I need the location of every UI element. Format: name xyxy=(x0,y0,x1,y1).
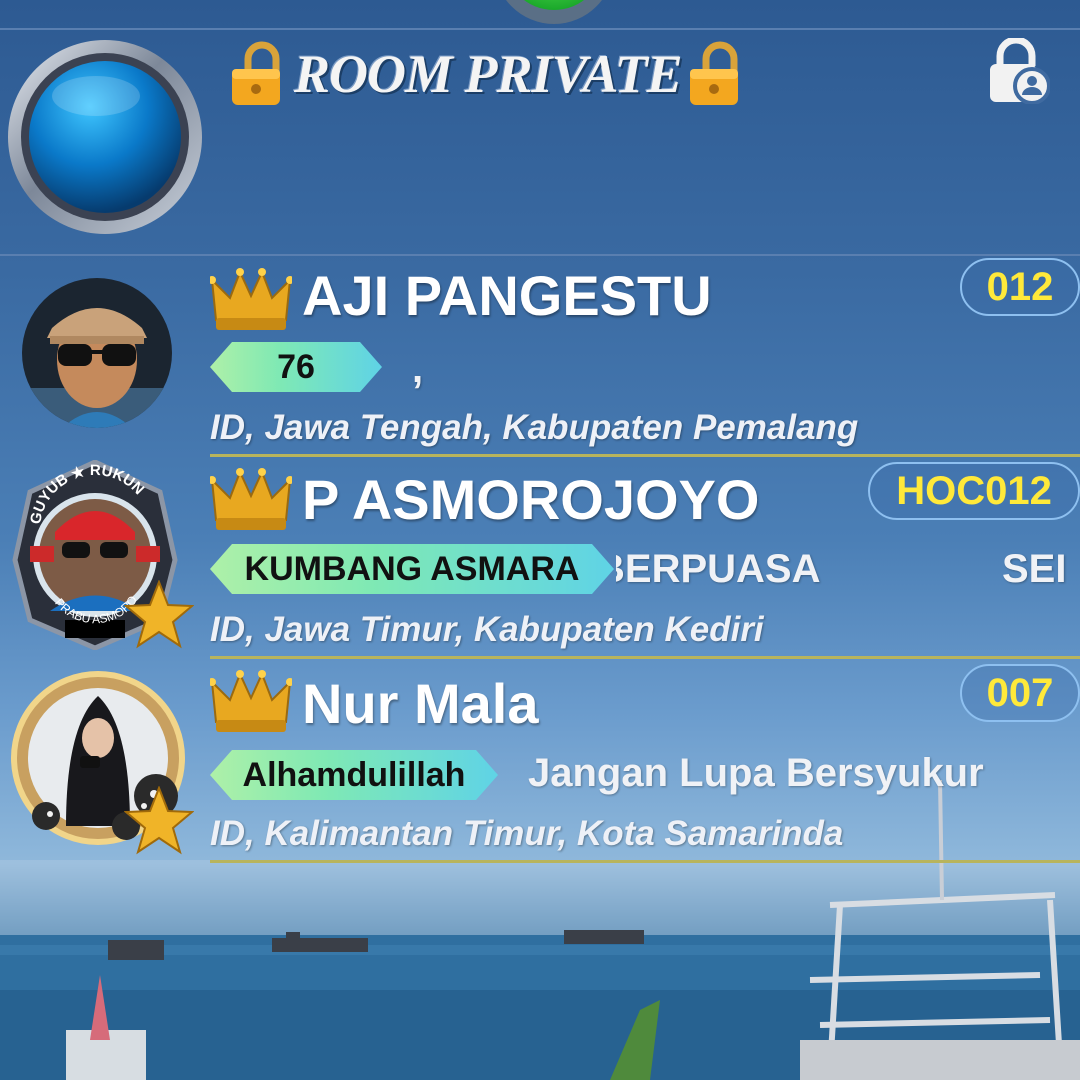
crown-icon xyxy=(210,670,292,732)
room-id-badge: 007 xyxy=(960,664,1080,722)
star-icon xyxy=(124,786,194,855)
status-ball-icon xyxy=(506,0,602,24)
user-status-part1: BERPUASA xyxy=(616,547,821,591)
room-title: ROOM PRIVATE xyxy=(228,38,748,110)
avatar xyxy=(22,278,172,428)
user-name: AJI PANGESTU xyxy=(302,264,712,327)
crown-icon xyxy=(210,268,292,330)
user-tag: 76 xyxy=(210,342,382,392)
user-location: ID, Jawa Timur, Kabupaten Kediri xyxy=(210,610,764,649)
row-divider xyxy=(210,860,1080,863)
user-tag: Alhamdulillah xyxy=(210,750,498,800)
scrolling-status: BERPUASA SEI xyxy=(616,544,1080,596)
padlock-icon xyxy=(232,41,280,105)
row-divider xyxy=(210,656,1080,659)
star-icon xyxy=(124,580,194,649)
lock-user-icon[interactable] xyxy=(986,38,1050,104)
user-status-part2: SEI xyxy=(1002,547,1067,591)
user-location: ID, Kalimantan Timur, Kota Samarinda xyxy=(210,814,844,853)
list-item[interactable]: GUYUB ★ RUKUN PRABU ASMORO P ASMOROJOYO … xyxy=(0,458,1080,658)
user-tag: KUMBANG ASMARA xyxy=(210,544,614,594)
room-id-badge: 012 xyxy=(960,258,1080,316)
list-item[interactable]: AJI PANGESTU 012 76 , ID, Jawa Tengah, K… xyxy=(0,256,1080,456)
user-name: P ASMOROJOYO xyxy=(302,468,760,531)
header-top-divider xyxy=(0,28,1080,30)
user-location: ID, Jawa Tengah, Kabupaten Pemalang xyxy=(210,408,859,447)
user-status: Jangan Lupa Bersyukur xyxy=(528,751,984,795)
room-title-text: ROOM PRIVATE xyxy=(294,44,683,104)
user-name: Nur Mala xyxy=(302,672,539,735)
crown-icon xyxy=(210,468,292,530)
row-divider xyxy=(210,454,1080,457)
mic-ball-button[interactable] xyxy=(6,38,204,236)
room-id-badge: HOC012 xyxy=(868,462,1080,520)
list-item[interactable]: Nur Mala 007 Alhamdulillah Jangan Lupa B… xyxy=(0,660,1080,860)
padlock-icon xyxy=(689,41,738,105)
user-status: , xyxy=(412,347,424,391)
